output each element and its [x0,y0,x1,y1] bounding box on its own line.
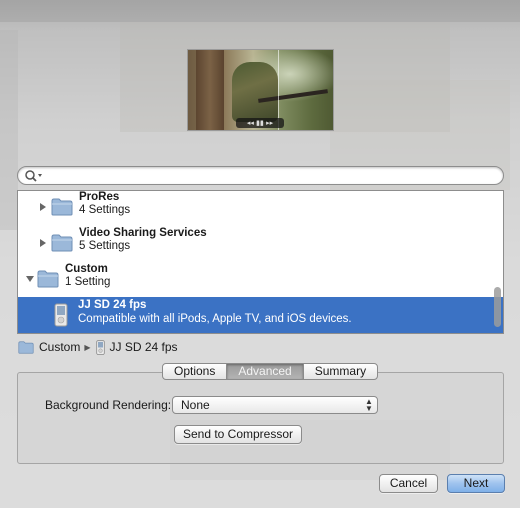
disclosure-triangle-down-icon[interactable] [25,274,35,284]
list-item-title: JJ SD 24 fps [78,299,147,311]
settings-tabs: Options Advanced Summary [162,363,379,381]
list-item-custom[interactable]: Custom 1 Setting [18,261,503,297]
next-button[interactable]: Next [447,474,505,493]
background-rendering-value: None [181,398,210,412]
list-item-subtitle: 5 Settings [79,240,131,252]
list-item-title: Video Sharing Services [79,227,207,239]
list-item-title: Custom [65,263,108,275]
ipod-device-icon [54,303,68,327]
tab-options[interactable]: Options [162,363,228,380]
breadcrumb-setting[interactable]: JJ SD 24 fps [95,339,178,355]
folder-icon [51,198,73,216]
cancel-button[interactable]: Cancel [379,474,438,493]
search-input[interactable] [46,168,496,183]
list-item-jj-sd-24-fps[interactable]: JJ SD 24 fps Compatible with all iPods, … [18,297,503,333]
send-to-compressor-button[interactable]: Send to Compressor [174,425,302,444]
preview-person [232,62,278,122]
breadcrumb: Custom ▶ JJ SD 24 fps [17,339,178,355]
folder-icon [37,270,59,288]
list-item-title: ProRes [79,191,120,203]
list-scrollbar[interactable] [494,287,501,327]
disclosure-triangle-right-icon[interactable] [38,238,48,248]
video-preview-thumbnail: ◂◂ ▮▮ ▸▸ [187,49,334,131]
search-field[interactable] [17,166,504,185]
background-rendering-select[interactable]: None ▲ ▼ [172,396,378,414]
background-rendering-label: Background Rendering: [45,398,172,412]
settings-panel [17,372,504,464]
preview-tree [196,50,224,130]
folder-icon [18,340,34,354]
tab-advanced[interactable]: Advanced [226,363,304,380]
settings-list[interactable]: ProRes 4 Settings Video Sharing Services… [17,190,504,334]
ipod-device-icon [95,339,105,355]
list-item-subtitle: 4 Settings [79,204,131,216]
popup-arrows-icon: ▲ ▼ [365,397,373,413]
list-item-subtitle: Compatible with all iPods, Apple TV, and… [78,313,352,325]
breadcrumb-folder[interactable]: Custom [17,340,80,354]
list-item-video-sharing-services[interactable]: Video Sharing Services 5 Settings [18,225,503,261]
search-icon[interactable] [24,169,44,183]
disclosure-triangle-right-icon[interactable] [38,202,48,212]
tab-summary[interactable]: Summary [302,363,379,380]
preview-playback-controls: ◂◂ ▮▮ ▸▸ [236,118,284,128]
export-sheet: ◂◂ ▮▮ ▸▸ ProRes 4 Settings Video Sharing… [0,0,520,508]
list-item-subtitle: 1 Setting [65,276,111,288]
breadcrumb-folder-label: Custom [39,340,81,354]
list-item-prores[interactable]: ProRes 4 Settings [18,191,503,225]
folder-icon [51,234,73,252]
breadcrumb-setting-label: JJ SD 24 fps [109,340,178,354]
breadcrumb-separator-icon: ▶ [84,342,91,352]
